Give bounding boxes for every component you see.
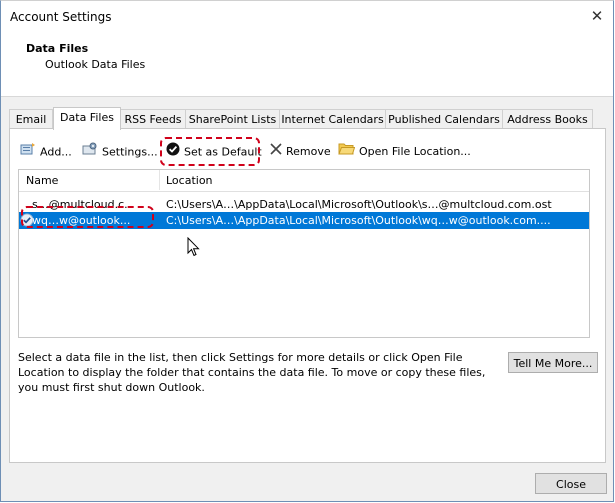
tell-me-more-button[interactable]: Tell Me More... bbox=[508, 352, 598, 373]
column-header-location[interactable]: Location bbox=[166, 174, 213, 187]
help-description: Select a data file in the list, then cli… bbox=[18, 351, 486, 394]
row-location: C:\Users\A…\AppData\Local\Microsoft\Outl… bbox=[166, 214, 551, 227]
data-files-list[interactable]: Name Location s…@multcloud.c... C:\Users… bbox=[18, 169, 590, 338]
highlight-selected-file bbox=[21, 206, 154, 228]
dialog-header: Data Files Outlook Data Files bbox=[1, 33, 613, 97]
remove-x-icon bbox=[270, 142, 282, 162]
folder-icon bbox=[338, 142, 356, 162]
settings-button[interactable]: Settings... bbox=[82, 142, 158, 162]
add-data-file-icon bbox=[20, 142, 36, 163]
tab-rss-feeds[interactable]: RSS Feeds bbox=[120, 109, 186, 129]
tab-published-calendars[interactable]: Published Calendars bbox=[385, 109, 503, 129]
window-title: Account Settings bbox=[10, 10, 112, 24]
data-files-panel: Add... Settings... Set as Default Remove bbox=[9, 128, 606, 463]
column-separator bbox=[159, 170, 160, 190]
remove-label: Remove bbox=[286, 145, 331, 158]
list-header: Name Location bbox=[19, 170, 589, 192]
add-label: Add... bbox=[40, 145, 72, 159]
header-subtitle: Outlook Data Files bbox=[45, 58, 146, 71]
close-button[interactable]: Close bbox=[535, 473, 607, 494]
remove-button[interactable]: Remove bbox=[270, 142, 331, 162]
header-title: Data Files bbox=[26, 42, 89, 55]
settings-label: Settings... bbox=[102, 145, 158, 159]
highlight-set-as-default bbox=[160, 137, 260, 166]
tab-data-files[interactable]: Data Files bbox=[53, 107, 121, 130]
tab-address-books[interactable]: Address Books bbox=[502, 109, 593, 129]
settings-icon bbox=[82, 142, 98, 163]
mouse-pointer-icon bbox=[187, 236, 201, 260]
account-settings-window: Account Settings ✕ Data Files Outlook Da… bbox=[0, 0, 614, 502]
open-file-location-button[interactable]: Open File Location... bbox=[338, 142, 471, 162]
column-header-name[interactable]: Name bbox=[26, 174, 58, 187]
open-file-location-label: Open File Location... bbox=[359, 145, 471, 158]
title-bar: Account Settings ✕ bbox=[1, 1, 613, 33]
tab-email[interactable]: Email bbox=[9, 109, 53, 129]
tab-internet-calendars[interactable]: Internet Calendars bbox=[279, 109, 386, 129]
row-location: C:\Users\A…\AppData\Local\Microsoft\Outl… bbox=[166, 198, 552, 211]
close-window-icon[interactable]: ✕ bbox=[581, 1, 613, 33]
add-button[interactable]: Add... bbox=[20, 142, 72, 162]
tab-sharepoint-lists[interactable]: SharePoint Lists bbox=[185, 109, 280, 129]
